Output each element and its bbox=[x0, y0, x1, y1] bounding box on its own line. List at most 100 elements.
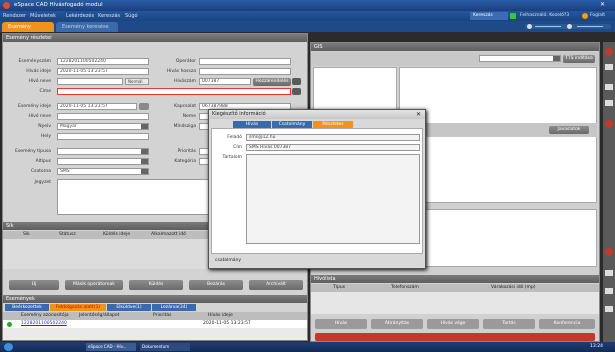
alert-side-icon[interactable] bbox=[605, 248, 613, 256]
dialog-footer-label: csatolmány bbox=[215, 258, 242, 263]
label-felado: Feladó bbox=[227, 135, 242, 140]
hely-field[interactable] bbox=[57, 133, 149, 140]
col-tipus: Típus bbox=[333, 285, 346, 290]
tab-beerkezettek[interactable]: Beérkezettek bbox=[5, 304, 49, 311]
close-icon[interactable]: ✕ bbox=[600, 1, 605, 8]
hivoszam-field[interactable]: 007387 bbox=[199, 78, 251, 85]
tab-esemeny-keresese[interactable]: Esemény keresése bbox=[56, 22, 118, 32]
status-icon bbox=[510, 13, 516, 19]
hivas-hossza-field[interactable] bbox=[199, 68, 291, 75]
status-label: Kereszás bbox=[470, 12, 508, 20]
atiranyitas-button[interactable]: Átirányítás bbox=[371, 319, 423, 329]
alarm-icon[interactable] bbox=[605, 48, 613, 56]
hivas-vege-button[interactable]: Hívás vége bbox=[427, 319, 479, 329]
event-id-link[interactable]: 1228201100502240 bbox=[21, 321, 67, 326]
settings-icon[interactable] bbox=[605, 64, 613, 70]
masik-operator-button[interactable]: Másik operátornak bbox=[65, 280, 123, 290]
col-esemeny-azonosito: Esemény azonosítója bbox=[21, 313, 69, 318]
esemeny-ideje-field[interactable]: 2020-11-05 13:23:57 bbox=[57, 103, 137, 110]
volume-slider[interactable] bbox=[535, 26, 561, 27]
kuldes-button[interactable]: Küldés bbox=[129, 280, 183, 290]
label-mindsziga: Mindsziga bbox=[173, 124, 196, 129]
label-hivas-hossza: Hívás hossza bbox=[166, 69, 196, 74]
uj-button[interactable]: Új bbox=[9, 280, 59, 290]
map-icon[interactable] bbox=[605, 288, 613, 294]
hivo-neve-field[interactable] bbox=[57, 78, 123, 85]
phone-side-icon[interactable] bbox=[605, 84, 613, 90]
menu-item-rendszer[interactable]: Rendszer bbox=[3, 13, 26, 19]
label-cim: Cím bbox=[233, 145, 242, 150]
tartalom-textarea[interactable] bbox=[246, 154, 420, 244]
taskbar-item-doc[interactable]: Dokumentum bbox=[140, 343, 190, 351]
dialog-tab-reszletes[interactable]: Részletes bbox=[313, 121, 353, 128]
dialog-tab-hivas[interactable]: Hívás bbox=[233, 121, 271, 128]
bezaras-button[interactable]: Bezárás bbox=[189, 280, 243, 290]
col-alkalmazott-ido: Alkalmazott idő bbox=[151, 232, 186, 237]
phone-icon[interactable] bbox=[292, 78, 301, 85]
table-row[interactable]: 1228201100502240 2020-11-05 13:23:57 bbox=[3, 320, 307, 328]
felado-field[interactable]: sms@12.hu bbox=[246, 134, 420, 141]
taskbar-item-app[interactable]: eSpace CAD - Hív... bbox=[86, 343, 136, 351]
calendar-icon[interactable] bbox=[139, 103, 149, 110]
search-icon[interactable] bbox=[292, 88, 301, 95]
label-altipus: Altípus bbox=[35, 159, 51, 164]
section-header: Esemény részletei bbox=[3, 34, 307, 42]
dialog-tab-csatolmany[interactable]: Csatolmány bbox=[272, 121, 312, 128]
menu-item-kereses[interactable]: Kereszás bbox=[98, 13, 120, 19]
event-time: 2020-11-05 13:23:57 bbox=[203, 321, 251, 326]
label-hely: Hely bbox=[40, 134, 51, 139]
user-icon[interactable] bbox=[605, 306, 613, 312]
tab-lezarva[interactable]: Lezárva(34) bbox=[152, 304, 196, 311]
label-hivas-ideje: Hívás ideje bbox=[26, 69, 51, 74]
normal-checkbox[interactable]: Normál bbox=[125, 78, 149, 85]
menu-item-lekerdezes[interactable]: Lekérdezés bbox=[66, 13, 94, 19]
operator-field[interactable] bbox=[199, 58, 291, 65]
status-dot-icon bbox=[7, 322, 12, 327]
gis-toolbar: TTS indítása bbox=[311, 52, 599, 66]
tab-esemeny[interactable]: Esemény bbox=[2, 22, 54, 32]
tts-button[interactable]: TTS indítása bbox=[563, 55, 595, 63]
main-tab-bar: Esemény Esemény keresése bbox=[0, 21, 615, 32]
volume-controls[interactable] bbox=[525, 24, 611, 29]
archivalt-button[interactable]: Archivált bbox=[249, 280, 303, 290]
list-icon[interactable] bbox=[605, 270, 613, 276]
label-kapcsolat: Kapcsolat bbox=[174, 104, 196, 109]
dialog-close-icon[interactable]: ✕ bbox=[416, 111, 421, 118]
gis-header: GIS bbox=[311, 43, 599, 51]
notification-icon[interactable] bbox=[605, 120, 613, 128]
label-esemenyszam: Eseményszám bbox=[18, 59, 51, 64]
esemeny-tipusa-select[interactable] bbox=[57, 148, 149, 155]
mic-slider[interactable] bbox=[577, 26, 603, 27]
menu-item-sugo[interactable]: Súgó bbox=[125, 13, 138, 19]
nyelv-select[interactable]: Magyar bbox=[57, 123, 149, 130]
col-jelentoseg: Jelentőség/állapot bbox=[79, 313, 120, 318]
label-esemeny-tipusa: Esemény típusa bbox=[15, 149, 51, 154]
alert-bar bbox=[315, 333, 595, 341]
clock: 13:24 bbox=[590, 344, 603, 349]
microphone-icon bbox=[567, 24, 572, 29]
tab-feldolgozas[interactable]: Feldolgozás alatt(1) bbox=[50, 304, 106, 311]
hivas-button[interactable]: Hívás bbox=[315, 319, 367, 329]
map-bar: Javaslatok bbox=[399, 123, 597, 137]
taskbar: eSpace CAD - Hív... Dokumentum 13:24 bbox=[0, 342, 615, 352]
side-toolbar bbox=[603, 42, 615, 342]
menu-item-muveletek[interactable]: Műveletek bbox=[30, 13, 56, 19]
tartas-button[interactable]: Tartás bbox=[483, 319, 535, 329]
events-table-body bbox=[3, 328, 307, 340]
javaslatok-button[interactable]: Javaslatok bbox=[549, 126, 589, 134]
hivo-neve-2-field[interactable] bbox=[57, 113, 149, 120]
tab-elkuldve[interactable]: Elküldve(1) bbox=[107, 304, 151, 311]
col-hivas-ideje: Hívás ideje bbox=[208, 313, 233, 318]
altipus-select[interactable] bbox=[57, 158, 149, 165]
esemenyszam-field[interactable]: 1228201100502240 bbox=[57, 58, 149, 65]
col-varakozasi-ido: Várakozási idő (mp) bbox=[491, 285, 536, 290]
konferencia-button[interactable]: Konferencia bbox=[539, 319, 595, 329]
message-icon[interactable] bbox=[605, 100, 613, 106]
start-icon[interactable] bbox=[4, 343, 13, 351]
cime-field[interactable] bbox=[57, 88, 291, 95]
hozzarendeles-button[interactable]: Hozzárendelés bbox=[253, 78, 291, 86]
cim-field[interactable]: SMS Hívás 007387 bbox=[246, 144, 420, 151]
hivas-ideje-field[interactable]: 2020-11-05 13:23:57 bbox=[57, 68, 149, 75]
layer-select[interactable] bbox=[479, 55, 561, 62]
csatorna-select[interactable]: SMS bbox=[57, 168, 149, 175]
